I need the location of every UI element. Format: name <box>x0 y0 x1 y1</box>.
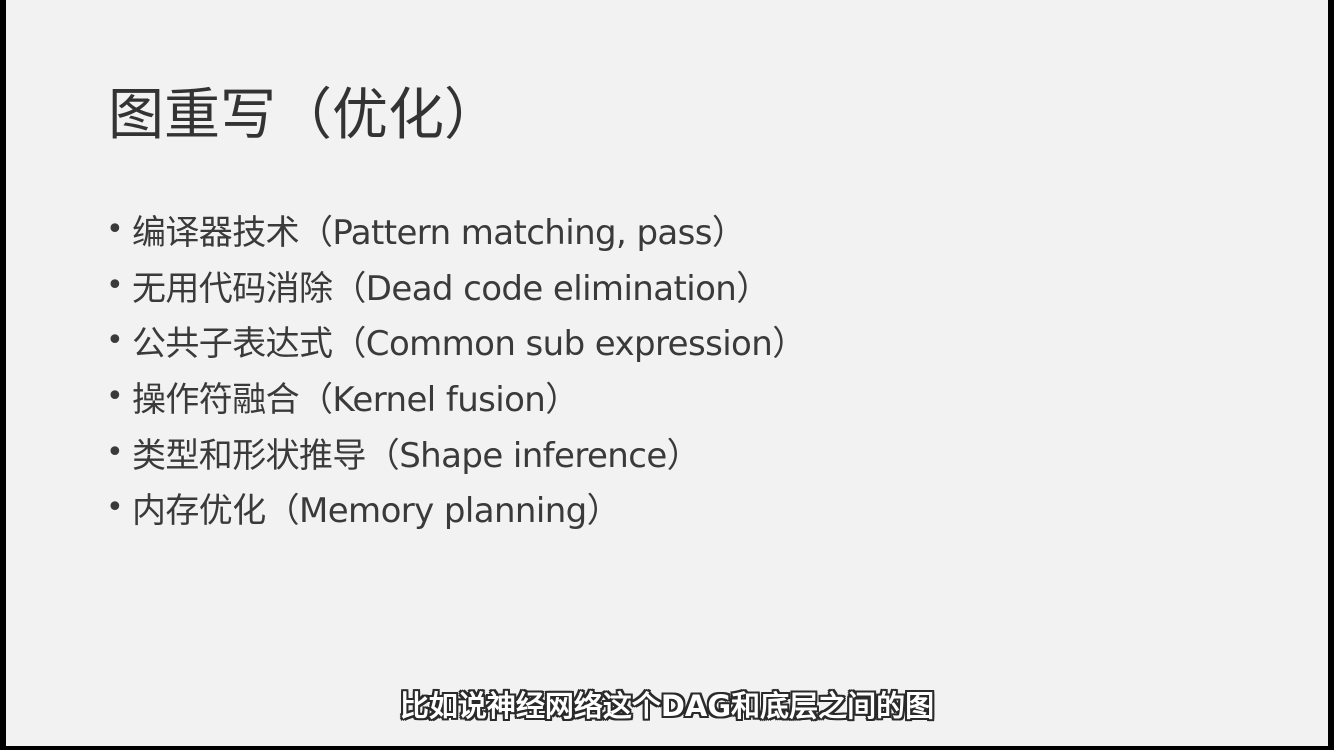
video-frame: 图重写（优化） • 编译器技术（Pattern matching, pass） … <box>0 0 1334 750</box>
list-item: • 编译器技术（Pattern matching, pass） <box>106 202 806 258</box>
slide-title: 图重写（优化） <box>108 83 500 148</box>
bullet-text: 操作符融合（Kernel fusion） <box>132 380 579 421</box>
bullet-icon: • <box>106 490 124 526</box>
bullet-icon: • <box>106 379 124 415</box>
video-subtitle: 比如说神经网络这个DAG和底层之间的图 <box>399 689 935 723</box>
bullet-icon: • <box>106 267 124 303</box>
bullet-list: • 编译器技术（Pattern matching, pass） • 无用代码消除… <box>106 202 806 536</box>
list-item: • 操作符融合（Kernel fusion） <box>106 369 806 425</box>
list-item: • 公共子表达式（Common sub expression） <box>106 313 806 369</box>
slide: 图重写（优化） • 编译器技术（Pattern matching, pass） … <box>6 0 1328 746</box>
bullet-text: 类型和形状推导（Shape inference） <box>132 435 701 476</box>
bullet-icon: • <box>106 323 124 359</box>
list-item: • 类型和形状推导（Shape inference） <box>106 424 806 480</box>
bullet-icon: • <box>106 434 124 470</box>
bullet-text: 内存优化（Memory planning） <box>132 491 621 532</box>
bullet-text: 编译器技术（Pattern matching, pass） <box>132 213 746 254</box>
list-item: • 内存优化（Memory planning） <box>106 480 806 536</box>
list-item: • 无用代码消除（Dead code elimination） <box>106 258 806 314</box>
bullet-text: 无用代码消除（Dead code elimination） <box>132 268 770 309</box>
bullet-icon: • <box>106 212 124 248</box>
bullet-text: 公共子表达式（Common sub expression） <box>132 324 806 365</box>
